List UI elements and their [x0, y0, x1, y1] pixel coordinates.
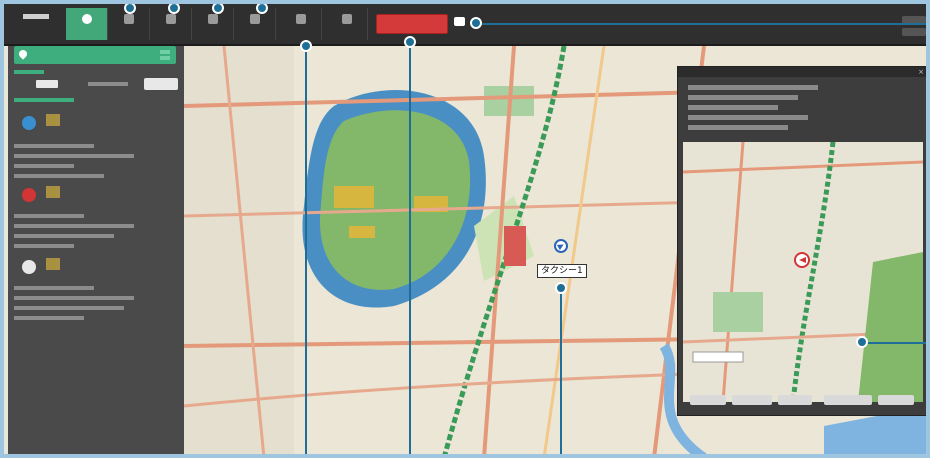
- header-indicator: [160, 56, 170, 60]
- popup-minimap[interactable]: [683, 142, 923, 402]
- info-row: [688, 85, 818, 90]
- vehicle-status-icon[interactable]: [22, 188, 36, 202]
- panel-text-row: [14, 244, 74, 248]
- popup-title-bar: ×: [678, 67, 926, 77]
- panel-text-row: [14, 306, 124, 310]
- panel-text-row: [14, 234, 114, 238]
- settings-icon: [249, 14, 260, 24]
- info-row: [688, 95, 798, 100]
- toolbar-button-7[interactable]: [326, 8, 368, 40]
- close-icon[interactable]: ×: [918, 68, 924, 76]
- callout-marker-5: [300, 40, 312, 52]
- panel-text-row: [14, 316, 84, 320]
- popup-button-5[interactable]: [878, 395, 914, 405]
- app-frame: タクシー1 ×: [0, 0, 930, 458]
- header-indicator: [160, 50, 170, 54]
- vehicle-detail-popup: ×: [677, 66, 926, 416]
- top-toolbar: [4, 4, 926, 46]
- callout-line: [478, 23, 926, 25]
- panel-text-row: [88, 82, 128, 86]
- vehicle-count: [46, 114, 60, 126]
- callout-marker-8: [555, 282, 567, 294]
- vehicle-count: [46, 186, 60, 198]
- vehicle-count: [46, 258, 60, 270]
- panel-text-row: [14, 164, 74, 168]
- callout-marker-2: [168, 4, 180, 14]
- popup-button-2[interactable]: [732, 395, 772, 405]
- alert-button[interactable]: [376, 14, 448, 34]
- taxi-location-marker[interactable]: [554, 239, 568, 253]
- callout-line: [305, 52, 307, 454]
- panel-text-row: [14, 98, 74, 102]
- panel-text-row: [14, 70, 44, 74]
- panel-text-row: [14, 214, 84, 218]
- panel-text-row: [14, 154, 134, 158]
- toolbar-button-4[interactable]: [192, 8, 234, 40]
- callout-line: [864, 342, 926, 344]
- vehicle-status-icon[interactable]: [22, 260, 36, 274]
- callout-marker-7: [470, 17, 482, 29]
- callout-marker-9: [856, 336, 868, 348]
- chat-bubble-icon[interactable]: [454, 17, 465, 26]
- panel-text-row: [14, 224, 134, 228]
- info-row: [688, 105, 778, 110]
- info-row: [688, 125, 788, 130]
- panel-text-row: [14, 296, 134, 300]
- popup-button-1[interactable]: [690, 395, 726, 405]
- top-right-button-2[interactable]: [902, 28, 926, 36]
- panel-text-row: [14, 286, 94, 290]
- callout-marker-1: [124, 4, 136, 14]
- filter-select[interactable]: [36, 80, 58, 88]
- toolbar-button-5[interactable]: [234, 8, 276, 40]
- report-icon: [295, 14, 306, 24]
- vehicle-status-icon[interactable]: [22, 116, 36, 130]
- message-icon: [207, 14, 218, 24]
- vehicle-list-panel: [8, 46, 184, 454]
- callout-line: [560, 292, 562, 454]
- panel-text-row: [14, 174, 104, 178]
- panel-text-row: [14, 144, 94, 148]
- user-icon: [341, 14, 352, 24]
- popup-button-3[interactable]: [778, 395, 812, 405]
- app-logo: [14, 14, 58, 36]
- panel-select-button[interactable]: [144, 78, 178, 90]
- list-icon: [123, 14, 134, 24]
- panel-header[interactable]: [14, 46, 176, 64]
- taxi-label[interactable]: タクシー1: [537, 264, 587, 278]
- callout-line: [409, 48, 411, 454]
- callout-marker-4: [256, 4, 268, 14]
- callout-marker-3: [212, 4, 224, 14]
- info-row: [688, 115, 808, 120]
- popup-vehicle-marker[interactable]: [794, 252, 810, 268]
- toolbar-button-6[interactable]: [280, 8, 322, 40]
- callout-marker-6: [404, 36, 416, 48]
- minimap-canvas: [683, 142, 923, 402]
- map-icon: [81, 14, 92, 24]
- history-icon: [165, 14, 176, 24]
- toolbar-button-1[interactable]: [66, 8, 108, 40]
- popup-button-4[interactable]: [824, 395, 872, 405]
- location-pin-icon: [17, 48, 29, 60]
